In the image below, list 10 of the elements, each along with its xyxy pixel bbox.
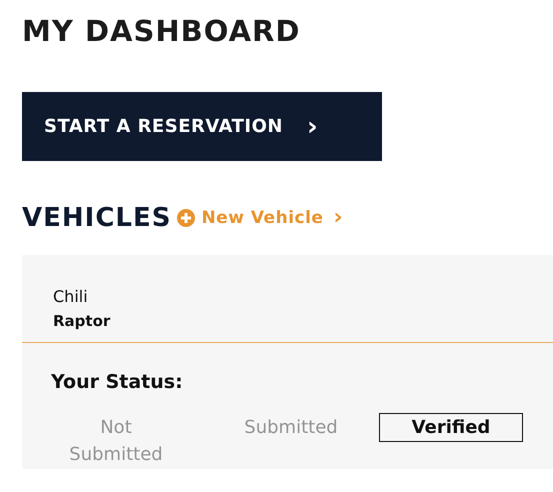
status-step: Verified: [379, 413, 523, 442]
vehicle-name: Chili: [53, 287, 89, 306]
vehicle-model: Raptor: [53, 312, 112, 330]
status-label: Your Status:: [51, 371, 184, 393]
section-heading: VEHICLES: [22, 203, 172, 233]
status-step: Not Submitted: [51, 413, 181, 469]
plus-circle-icon: [177, 209, 196, 227]
start-reservation-button[interactable]: START A RESERVATION ›: [22, 92, 382, 161]
status-step: Submitted: [243, 413, 339, 442]
page-title: MY DASHBOARD: [22, 14, 302, 48]
